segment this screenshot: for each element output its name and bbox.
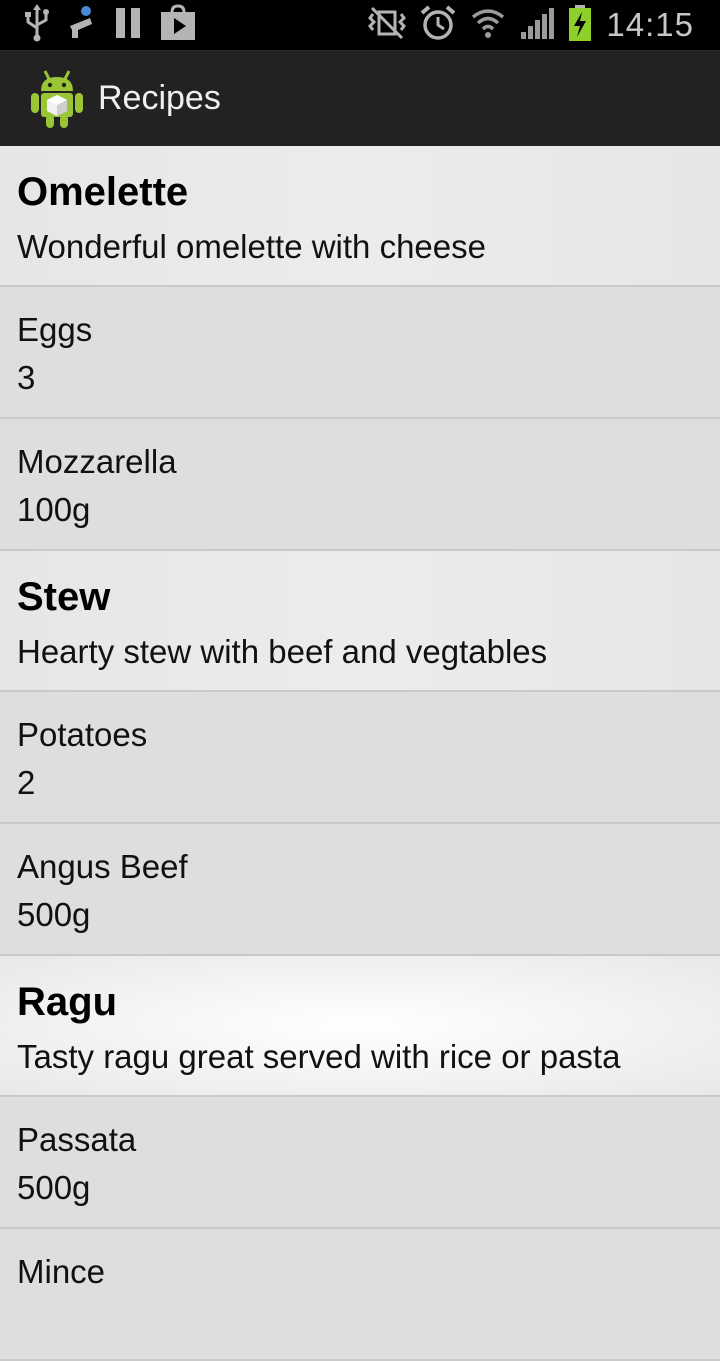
ingredient-row[interactable]: Eggs 3	[0, 287, 720, 419]
ingredient-row[interactable]: Potatoes 2	[0, 692, 720, 824]
status-bar-notifications	[24, 3, 196, 47]
recipe-description: Wonderful omelette with cheese	[17, 228, 486, 265]
wifi-icon	[470, 5, 506, 46]
ingredient-name: Eggs	[17, 311, 93, 348]
signal-icon	[520, 6, 555, 45]
ingredient-name: Potatoes	[17, 716, 148, 753]
recipe-name: Stew	[17, 575, 111, 619]
recipe-row-ragu[interactable]: Ragu Tasty ragu great served with rice o…	[0, 956, 720, 1097]
status-bar: 14:15	[0, 0, 720, 50]
vibrate-icon	[368, 6, 407, 45]
ingredient-name: Mince	[17, 1253, 106, 1290]
ingredient-quantity: 500g	[17, 896, 91, 933]
recipe-row-omelette[interactable]: Omelette Wonderful omelette with cheese	[0, 146, 720, 287]
action-bar: Recipes	[0, 50, 720, 147]
ingredient-row[interactable]: Mozzarella 100g	[0, 419, 720, 551]
recipe-row-stew[interactable]: Stew Hearty stew with beef and vegtables	[0, 551, 720, 692]
alarm-icon	[420, 4, 456, 46]
clock: 14:15	[606, 6, 694, 43]
ingredient-row[interactable]: Passata 500g	[0, 1097, 720, 1229]
ingredient-row[interactable]: Angus Beef 500g	[0, 824, 720, 956]
ingredient-name: Passata	[17, 1121, 137, 1158]
ingredient-quantity: 500g	[17, 1169, 91, 1206]
app-title: Recipes	[98, 79, 221, 117]
recipe-description: Hearty stew with beef and vegtables	[17, 633, 548, 670]
ingredient-quantity: 2	[17, 764, 36, 801]
recipe-name: Omelette	[17, 170, 189, 214]
recipe-description: Tasty ragu great served with rice or pas…	[17, 1038, 621, 1075]
ingredient-name: Angus Beef	[17, 848, 188, 885]
ingredient-name: Mozzarella	[17, 443, 177, 480]
play-store-icon	[160, 3, 196, 47]
pause-icon	[114, 4, 142, 47]
recipe-list[interactable]: Omelette Wonderful omelette with cheese …	[0, 146, 720, 1361]
status-bar-system: 14:15	[368, 4, 694, 46]
usb-icon	[24, 3, 50, 47]
ingredient-row[interactable]: Mince	[0, 1229, 720, 1361]
recipe-name: Ragu	[17, 980, 117, 1024]
android-icon[interactable]	[28, 69, 86, 129]
battery-charging-icon	[568, 4, 592, 46]
notification-icon	[68, 4, 96, 47]
ingredient-quantity: 100g	[17, 491, 91, 528]
ingredient-quantity: 3	[17, 359, 36, 396]
